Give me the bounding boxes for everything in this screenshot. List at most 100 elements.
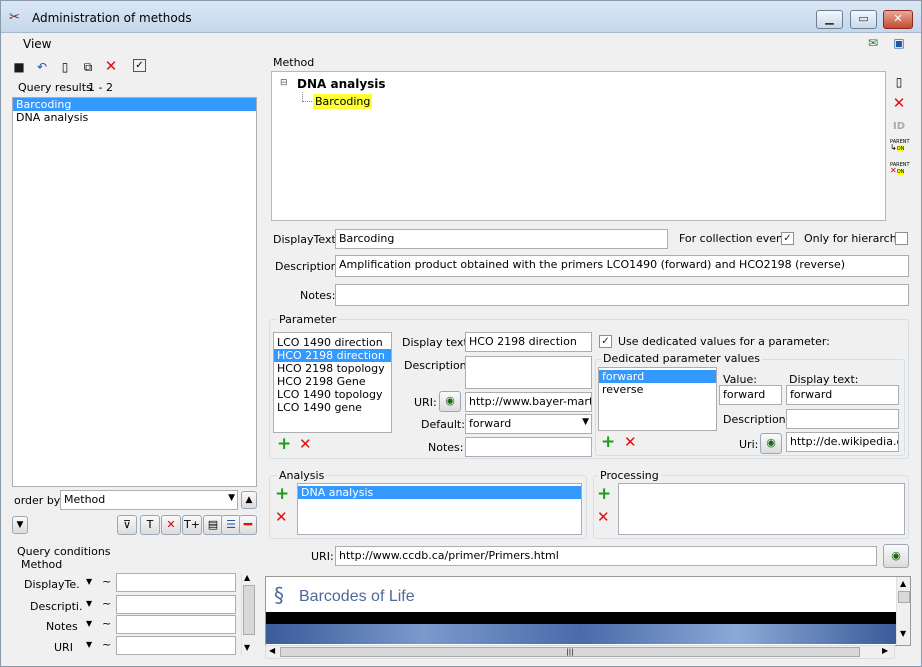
scroll-thumb[interactable]: [898, 591, 910, 603]
uri-input[interactable]: http://www.ccdb.ca/primer/Primers.html: [335, 546, 877, 566]
preview-icon[interactable]: ▣: [891, 35, 907, 51]
scroll-thumb[interactable]: [243, 585, 255, 635]
delete-icon[interactable]: ✕: [103, 58, 119, 74]
param-display-text-input[interactable]: HCO 2198 direction: [465, 332, 592, 352]
remove-parent-icon[interactable]: PARENT ✕ON: [890, 162, 910, 175]
result-item[interactable]: Barcoding: [13, 98, 256, 111]
bol-logo-text: Barcodes of Life: [299, 588, 415, 605]
result-item[interactable]: DNA analysis: [13, 111, 256, 124]
param-uri-label: URI:: [414, 396, 437, 409]
param-uri-browse-button[interactable]: ◉: [439, 391, 461, 412]
condition-dropdown-icon[interactable]: ▼: [86, 577, 92, 586]
dp-value-input[interactable]: forward: [719, 385, 782, 405]
param-uri-input[interactable]: http://www.bayer-martin.c: [465, 392, 592, 412]
condition-operator: ~: [102, 638, 112, 651]
only-for-hierarchy-checkbox[interactable]: [895, 232, 908, 245]
param-notes-input[interactable]: [465, 437, 592, 457]
param-default-select[interactable]: forward ▼: [465, 414, 592, 434]
scroll-thumb[interactable]: |||: [280, 647, 860, 657]
add-analysis-icon[interactable]: +: [275, 484, 289, 504]
new-icon[interactable]: ▯: [57, 59, 73, 75]
parameter-item[interactable]: HCO 2198 direction: [274, 349, 391, 362]
param-description-input[interactable]: [465, 356, 592, 389]
minimize-button[interactable]: ▁: [816, 10, 843, 29]
parameter-item[interactable]: HCO 2198 Gene: [274, 375, 391, 388]
remove-analysis-icon[interactable]: ✕: [275, 508, 288, 526]
remove-dedicated-value-icon[interactable]: ✕: [624, 433, 637, 451]
query-add-icon: T: [146, 518, 154, 531]
tree-node-child[interactable]: Barcoding: [313, 94, 373, 109]
new-method-icon[interactable]: ▯: [891, 74, 907, 90]
chevron-down-icon: ▼: [582, 417, 589, 427]
analysis-item[interactable]: DNA analysis: [298, 486, 581, 499]
add-parameter-icon[interactable]: +: [277, 434, 291, 454]
query-add-all-icon: T+: [184, 518, 200, 531]
query-results-list[interactable]: Barcoding DNA analysis: [12, 97, 257, 487]
tree-collapse-icon[interactable]: ⊟: [280, 78, 288, 88]
feedback-icon[interactable]: ✉: [865, 35, 881, 51]
dedicated-values-list[interactable]: forward reverse: [598, 367, 717, 431]
conditions-scrollbar[interactable]: ▲ ▼: [241, 573, 257, 655]
scroll-left-icon: ◀: [269, 646, 276, 655]
dedicated-value-item[interactable]: reverse: [599, 383, 716, 396]
undo-icon[interactable]: ↶: [34, 59, 50, 75]
web-preview[interactable]: § Barcodes of Life ▲ ▼: [265, 576, 911, 646]
close-button[interactable]: ✕: [883, 10, 913, 29]
remove-condition-button[interactable]: ━: [239, 515, 257, 535]
use-dedicated-checkbox[interactable]: ✓: [599, 335, 612, 348]
query-list-button[interactable]: ☰: [221, 515, 241, 535]
menu-view[interactable]: View: [23, 37, 51, 51]
condition-input-uri[interactable]: [116, 636, 236, 655]
description-input[interactable]: Amplification product obtained with the …: [335, 255, 909, 277]
condition-dropdown-icon[interactable]: ▼: [86, 619, 92, 628]
condition-dropdown-icon[interactable]: ▼: [86, 640, 92, 649]
remove-processing-icon[interactable]: ✕: [597, 508, 610, 526]
query-add-button[interactable]: T: [140, 515, 160, 535]
sort-ascending-button[interactable]: ▲: [241, 491, 257, 509]
parameter-list[interactable]: LCO 1490 direction HCO 2198 direction HC…: [273, 332, 392, 433]
method-tree[interactable]: ⊟ DNA analysis Barcoding: [271, 71, 886, 221]
order-by-select[interactable]: Method ▼: [60, 490, 238, 510]
uri-browse-button[interactable]: ◉: [883, 544, 909, 568]
copy-icon[interactable]: ⧉: [80, 59, 96, 75]
processing-list[interactable]: [618, 483, 905, 535]
notes-input[interactable]: [335, 284, 909, 306]
checkbox-icon[interactable]: ✓: [133, 59, 146, 72]
delete-method-icon[interactable]: ✕: [891, 95, 907, 111]
method-group-label: Method: [273, 56, 315, 69]
dp-uri-input[interactable]: http://de.wikipedia.org: [786, 432, 899, 452]
tree-node-root[interactable]: DNA analysis: [297, 77, 386, 91]
analysis-list[interactable]: DNA analysis: [297, 483, 582, 535]
condition-input-displaytext[interactable]: [116, 573, 236, 592]
save-icon[interactable]: ■: [11, 59, 27, 75]
web-h-scrollbar[interactable]: ◀ ||| ▶: [265, 645, 895, 659]
display-text-input[interactable]: Barcoding: [335, 229, 668, 249]
dp-uri-label: Uri:: [739, 438, 759, 451]
for-collection-event-checkbox[interactable]: ✓: [781, 232, 794, 245]
add-processing-icon[interactable]: +: [597, 484, 611, 504]
parameter-item[interactable]: HCO 2198 topology: [274, 362, 391, 375]
parameter-item[interactable]: LCO 1490 gene: [274, 401, 391, 414]
web-v-scrollbar[interactable]: ▲ ▼: [896, 577, 910, 645]
condition-label: Notes: [46, 620, 78, 633]
dedicated-value-item[interactable]: forward: [599, 370, 716, 383]
filter-button[interactable]: ⊽: [117, 515, 137, 535]
parameter-item[interactable]: LCO 1490 direction: [274, 336, 391, 349]
condition-input-description[interactable]: [116, 595, 236, 614]
maximize-button[interactable]: ▭: [850, 10, 877, 29]
condition-input-notes[interactable]: [116, 615, 236, 634]
id-icon[interactable]: ID: [889, 119, 909, 135]
add-dedicated-value-icon[interactable]: +: [601, 432, 615, 452]
display-text-label: DisplayText:: [273, 233, 340, 246]
parameter-item[interactable]: LCO 1490 topology: [274, 388, 391, 401]
dp-description-input[interactable]: [786, 409, 899, 429]
dp-uri-browse-button[interactable]: ◉: [760, 433, 782, 454]
query-add-all-button[interactable]: T+: [182, 515, 202, 535]
set-parent-icon[interactable]: PARENT ↳ON: [890, 139, 910, 152]
query-remove-button[interactable]: ✕: [161, 515, 181, 535]
remove-parameter-icon[interactable]: ✕: [299, 435, 312, 453]
condition-dropdown-icon[interactable]: ▼: [86, 599, 92, 608]
sort-descending-button[interactable]: ▼: [12, 516, 28, 534]
query-clipboard-button[interactable]: ▤: [203, 515, 223, 535]
dp-display-text-input[interactable]: forward: [786, 385, 899, 405]
